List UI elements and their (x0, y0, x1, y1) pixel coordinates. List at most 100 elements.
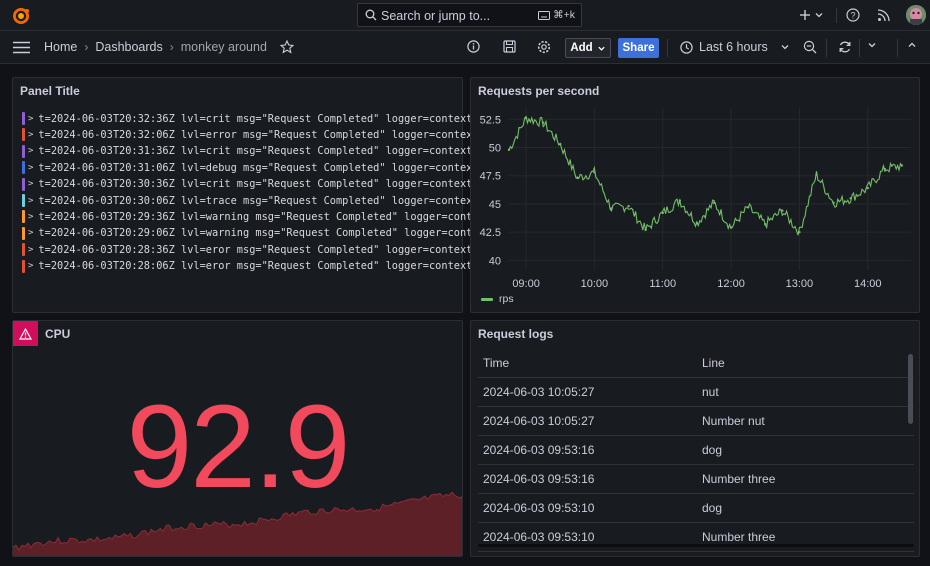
log-row[interactable]: > t=2024-06-03T20:28:36Z lvl=eror msg="Re… (22, 242, 472, 257)
alert-badge[interactable] (13, 321, 38, 346)
menu-icon[interactable] (13, 41, 30, 54)
data-point[interactable] (627, 204, 630, 208)
data-point[interactable] (729, 226, 733, 229)
avatar[interactable] (906, 5, 926, 25)
horizontal-scrollbar[interactable] (478, 544, 914, 547)
help-icon: ? (846, 8, 860, 22)
cell-time: 2024-06-03 10:05:27 (478, 377, 697, 407)
log-line-text: t=2024-06-03T20:32:36Z lvl=crit msg="Req… (38, 112, 473, 125)
x-tick-label: 11:00 (649, 278, 676, 290)
log-row[interactable]: > t=2024-06-03T20:30:36Z lvl=crit msg="Re… (22, 177, 472, 192)
data-point[interactable] (815, 173, 818, 176)
table-row[interactable]: 2024-06-03 10:05:27 nut (478, 377, 914, 407)
rps-panel[interactable]: Requests per second 52.5 50 47.5 45 42.5 40 09… (470, 77, 920, 313)
data-point[interactable] (849, 197, 852, 200)
search-shortcut-text: ⌘+k (553, 9, 575, 21)
data-point[interactable] (610, 207, 613, 210)
refresh-icon (839, 41, 851, 53)
news-button[interactable] (877, 7, 890, 23)
data-point[interactable] (764, 223, 767, 226)
y-tick-label: 52.5 (480, 114, 501, 126)
time-range-picker[interactable]: Last 6 hours (680, 40, 790, 54)
chevron-right-icon: > (28, 129, 34, 140)
data-point[interactable] (866, 186, 869, 190)
rps-chart[interactable]: 52.5 50 47.5 45 42.5 40 09:00 10:00 11:00 12:00 13… (471, 100, 919, 312)
log-line-text: t=2024-06-03T20:31:06Z lvl=debug msg="Re… (38, 161, 479, 174)
data-point[interactable] (781, 209, 784, 212)
data-point[interactable] (746, 206, 750, 209)
data-point[interactable] (524, 116, 528, 120)
log-level-indicator (22, 144, 25, 158)
star-icon[interactable] (279, 40, 294, 54)
stat-value: 92.9 (126, 381, 351, 513)
data-point[interactable] (661, 211, 664, 215)
data-point[interactable] (593, 171, 596, 174)
logs-panel[interactable]: Panel Title > t=2024-06-03T20:32:36Z lvl=… (12, 77, 479, 313)
data-point[interactable] (507, 148, 511, 151)
data-point[interactable] (576, 176, 579, 180)
log-row[interactable]: > t=2024-06-03T20:29:36Z lvl=warning msg=… (22, 209, 479, 224)
data-point[interactable] (900, 164, 904, 167)
zoom-out-button[interactable] (803, 40, 817, 54)
log-row[interactable]: > t=2024-06-03T20:32:06Z lvl=error msg="R… (22, 127, 479, 142)
table-row[interactable]: 2024-06-03 09:53:16 dog (478, 435, 914, 465)
data-point[interactable] (883, 167, 887, 171)
dashboard-info-button[interactable] (467, 40, 480, 53)
log-row[interactable]: > t=2024-06-03T20:29:06Z lvl=warning msg=… (22, 226, 479, 241)
chevron-right-icon: > (28, 146, 34, 157)
data-point[interactable] (541, 121, 545, 124)
cell-time: 2024-06-03 09:53:10 (478, 493, 697, 523)
cell-line: dog (697, 435, 914, 465)
share-button[interactable]: Share (618, 38, 659, 58)
log-level-indicator (22, 112, 25, 125)
cell-time: 2024-06-03 10:05:27 (478, 406, 697, 436)
log-row[interactable]: > t=2024-06-03T20:31:36Z lvl=crit msg="Re… (22, 144, 472, 159)
log-level-indicator (22, 161, 25, 175)
warning-icon (19, 327, 32, 340)
data-point[interactable] (712, 201, 716, 204)
data-point[interactable] (832, 201, 835, 204)
grafana-logo-icon[interactable] (11, 6, 31, 26)
collapse-toolbar-button[interactable] (907, 40, 917, 50)
chevron-down-icon (781, 45, 789, 50)
log-row[interactable]: > t=2024-06-03T20:32:36Z lvl=crit msg="Re… (22, 111, 472, 126)
legend-swatch (481, 297, 493, 301)
data-point[interactable] (798, 230, 801, 234)
data-point[interactable] (644, 228, 647, 232)
log-row[interactable]: > t=2024-06-03T20:30:06Z lvl=trace msg="R… (22, 193, 479, 208)
chevron-down-icon (815, 13, 823, 18)
log-level-indicator (22, 226, 25, 240)
log-line-text: t=2024-06-03T20:30:06Z lvl=trace msg="Re… (38, 194, 479, 207)
save-dashboard-button[interactable] (503, 40, 516, 53)
search-input[interactable]: Search or jump to... ⌘+k (357, 3, 582, 27)
log-row[interactable]: > t=2024-06-03T20:28:06Z lvl=eror msg="Re… (22, 259, 472, 274)
column-header-line[interactable]: Line (697, 349, 914, 378)
cpu-panel[interactable]: CPU 92.9 (12, 320, 463, 557)
save-icon (503, 40, 516, 53)
data-point[interactable] (695, 221, 699, 225)
table-row[interactable]: 2024-06-03 09:53:10 dog (478, 493, 914, 523)
plus-icon (800, 10, 810, 20)
refresh-button[interactable] (838, 40, 852, 54)
info-icon (467, 40, 480, 53)
chart-legend[interactable]: rps (481, 293, 514, 305)
add-button[interactable]: Add (565, 38, 611, 58)
x-tick-label: 13:00 (786, 278, 814, 290)
search-shortcut: ⌘+k (538, 9, 575, 21)
breadcrumb-dashboards[interactable]: Dashboards (95, 40, 162, 54)
log-row[interactable]: > t=2024-06-03T20:31:06Z lvl=debug msg="R… (22, 160, 479, 175)
new-menu-button[interactable] (799, 7, 824, 23)
column-header-time[interactable]: Time (478, 349, 697, 378)
dashboard-settings-button[interactable] (537, 40, 551, 54)
table-row[interactable]: 2024-06-03 09:53:16 Number three (478, 464, 914, 494)
data-point[interactable] (559, 142, 562, 146)
data-point[interactable] (678, 199, 682, 202)
y-tick-label: 40 (489, 255, 501, 267)
help-button[interactable]: ? (846, 7, 860, 23)
refresh-interval-dropdown[interactable] (867, 40, 877, 50)
table-scrollbar[interactable] (908, 354, 913, 424)
breadcrumb-home[interactable]: Home (44, 40, 77, 54)
chevron-right-icon: > (28, 211, 34, 222)
request-logs-panel[interactable]: Request logs Time Line 2024-06-03 10:05:… (470, 320, 920, 557)
table-row[interactable]: 2024-06-03 10:05:27 Number nut (478, 406, 914, 436)
